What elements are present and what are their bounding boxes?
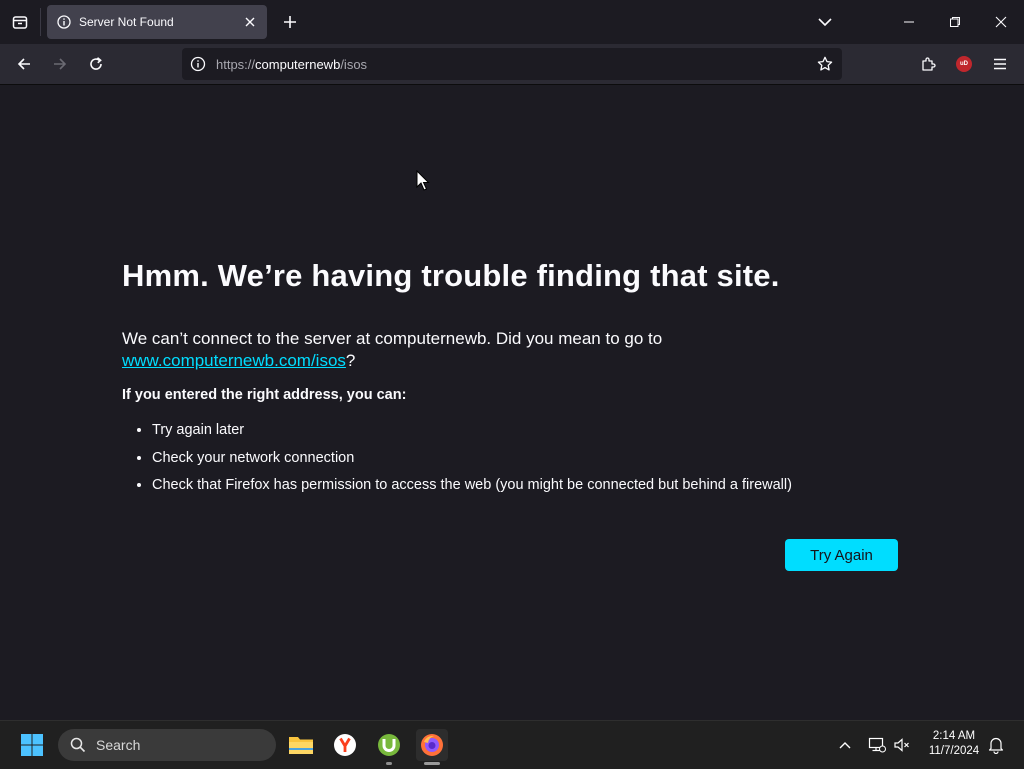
plus-icon[interactable]: [279, 11, 301, 33]
search-label: Search: [96, 737, 141, 753]
tab-title: Server Not Found: [79, 15, 174, 29]
tab-list-icon[interactable]: [8, 10, 32, 34]
suggestion-item: Check your network connection: [152, 445, 902, 473]
tab-server-not-found[interactable]: Server Not Found: [47, 5, 267, 39]
close-icon[interactable]: [239, 11, 261, 33]
chevron-up-icon[interactable]: [834, 733, 856, 757]
network-icon[interactable]: [866, 733, 888, 757]
menu-icon[interactable]: [986, 50, 1014, 78]
suggestion-item: Check that Firefox has permission to acc…: [152, 472, 902, 500]
url-bar[interactable]: https://computernewb/isos: [182, 48, 842, 80]
system-clock[interactable]: 2:14 AM 11/7/2024: [918, 729, 990, 759]
restore-icon[interactable]: [941, 8, 969, 36]
search-icon: [70, 737, 86, 753]
chevron-down-icon[interactable]: [814, 11, 836, 33]
message-prefix: We can’t connect to the server at comput…: [122, 329, 663, 348]
mouse-cursor-icon: [416, 170, 430, 191]
window-close-icon[interactable]: [987, 8, 1015, 36]
suggested-link[interactable]: www.computernewb.com/isos: [122, 351, 346, 370]
volume-muted-icon[interactable]: [891, 733, 913, 757]
active-indicator: [424, 762, 440, 765]
extensions-icon[interactable]: [914, 50, 942, 78]
url-path: /isos: [340, 56, 368, 72]
yandex-browser-icon[interactable]: [329, 729, 361, 761]
suggestions-heading: If you entered the right address, you ca…: [122, 387, 407, 403]
firefox-icon[interactable]: [416, 729, 448, 765]
reload-icon[interactable]: [82, 50, 110, 78]
ublock-badge: uD: [960, 61, 968, 67]
utorrent-icon[interactable]: [373, 729, 405, 765]
error-message: We can’t connect to the server at comput…: [122, 328, 892, 372]
navigation-toolbar: https://computernewb/isos: [0, 44, 1024, 85]
windows-start-icon[interactable]: [16, 729, 48, 761]
tab-strip: Server Not Found: [0, 0, 1024, 44]
info-icon[interactable]: [190, 56, 206, 72]
suggestions-list: Try again later Check your network conne…: [122, 417, 902, 500]
url-text[interactable]: https://computernewb/isos: [216, 57, 814, 72]
clock-date: 11/7/2024: [928, 745, 980, 757]
minimize-icon[interactable]: [895, 8, 923, 36]
message-suffix: ?: [345, 351, 356, 370]
error-heading: Hmm. We’re having trouble finding that s…: [122, 258, 780, 293]
ublock-icon[interactable]: uD: [956, 56, 972, 72]
tab-separator: [40, 8, 41, 36]
running-indicator: [386, 762, 392, 765]
url-host: computernewb: [255, 56, 341, 72]
back-icon[interactable]: [10, 50, 38, 78]
try-again-button[interactable]: Try Again: [785, 539, 898, 571]
file-explorer-icon[interactable]: [285, 729, 317, 761]
clock-time: 2:14 AM: [932, 730, 976, 742]
error-page: Hmm. We’re having trouble finding that s…: [0, 85, 1024, 720]
info-icon: [57, 15, 71, 29]
taskbar-search[interactable]: Search: [58, 729, 276, 761]
error-container: Hmm. We’re having trouble finding that s…: [122, 255, 902, 500]
taskbar: Search 2:14 AM 11/7/2024: [0, 720, 1024, 769]
suggestion-item: Try again later: [152, 417, 902, 445]
star-icon[interactable]: [814, 53, 836, 75]
forward-icon[interactable]: [46, 50, 74, 78]
notification-bell-icon[interactable]: [985, 733, 1007, 757]
url-scheme: https://: [216, 56, 256, 72]
